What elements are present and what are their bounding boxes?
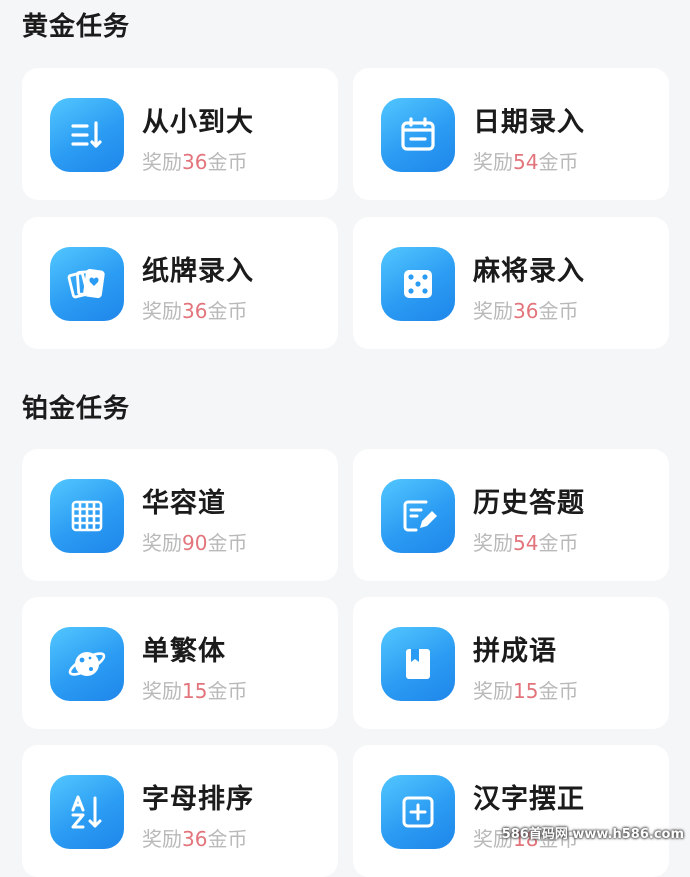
section-title-platinum: 铂金任务	[22, 394, 131, 424]
task-card-klotski[interactable]: 华容道 奖励90金币	[22, 449, 338, 581]
task-card-straighten-chars[interactable]: 汉字摆正 奖励18金币	[353, 745, 669, 877]
sort-ascending-icon	[50, 98, 124, 172]
task-title: 麻将录入	[473, 256, 585, 287]
watermark: 586首码网 www.h586.com	[501, 827, 684, 842]
task-title: 历史答题	[473, 488, 585, 519]
task-card-idiom[interactable]: 拼成语 奖励15金币	[353, 597, 669, 729]
task-reward: 奖励36金币	[142, 150, 248, 174]
task-card-sort-small-to-large[interactable]: 从小到大 奖励36金币	[22, 68, 338, 200]
task-reward: 奖励36金币	[142, 827, 248, 851]
task-title: 从小到大	[142, 107, 254, 138]
task-card-traditional-chinese[interactable]: 单繁体 奖励15金币	[22, 597, 338, 729]
bookmark-book-icon	[381, 627, 455, 701]
calendar-icon	[381, 98, 455, 172]
center-focus-icon	[381, 775, 455, 849]
grid-icon	[50, 479, 124, 553]
task-title: 字母排序	[142, 784, 254, 815]
task-reward: 奖励15金币	[473, 679, 579, 703]
sort-az-icon	[50, 775, 124, 849]
task-reward: 奖励15金币	[142, 679, 248, 703]
task-card-date-entry[interactable]: 日期录入 奖励54金币	[353, 68, 669, 200]
task-card-history-quiz[interactable]: 历史答题 奖励54金币	[353, 449, 669, 581]
task-title: 纸牌录入	[142, 256, 254, 287]
task-card-mahjong-entry[interactable]: 麻将录入 奖励36金币	[353, 217, 669, 349]
task-title: 单繁体	[142, 636, 226, 667]
task-title: 拼成语	[473, 636, 557, 667]
task-card-card-entry[interactable]: 纸牌录入 奖励36金币	[22, 217, 338, 349]
task-reward: 奖励36金币	[142, 299, 248, 323]
playing-cards-icon	[50, 247, 124, 321]
task-reward: 奖励54金币	[473, 531, 579, 555]
task-title: 日期录入	[473, 107, 585, 138]
task-title: 汉字摆正	[473, 784, 585, 815]
task-reward: 奖励90金币	[142, 531, 248, 555]
task-title: 华容道	[142, 488, 226, 519]
task-card-letter-sort[interactable]: 字母排序 奖励36金币	[22, 745, 338, 877]
edit-note-icon	[381, 479, 455, 553]
section-title-gold: 黄金任务	[22, 12, 131, 42]
dice-icon	[381, 247, 455, 321]
planet-icon	[50, 627, 124, 701]
task-reward: 奖励36金币	[473, 299, 579, 323]
task-reward: 奖励54金币	[473, 150, 579, 174]
